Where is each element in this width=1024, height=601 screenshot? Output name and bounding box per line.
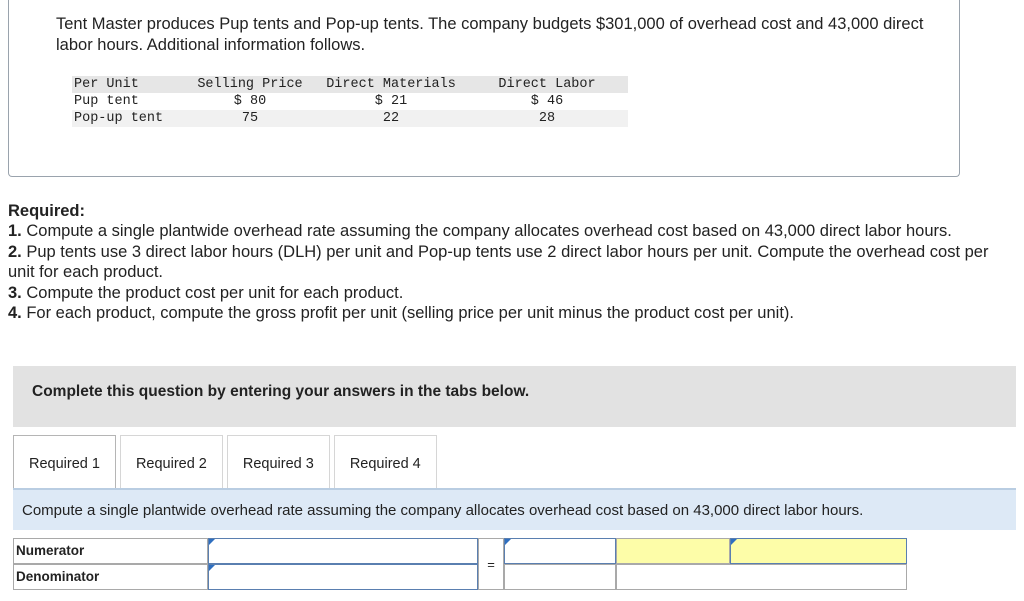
table-row: Pup tent $ 80 $ 21 $ 46 (72, 93, 628, 110)
question-prompt: Compute a single plantwide overhead rate… (13, 488, 1016, 530)
result-blank-cell (616, 564, 907, 590)
tab-required-1[interactable]: Required 1 (13, 435, 116, 489)
required-item-text: Pup tents use 3 direct labor hours (DLH)… (8, 242, 989, 282)
table-cell: 22 (382, 111, 400, 126)
required-item-number: 4. (8, 304, 22, 323)
tab-required-3[interactable]: Required 3 (226, 435, 330, 489)
required-item: 3. Compute the product cost per unit for… (8, 283, 1008, 303)
denominator-label: Denominator (13, 564, 208, 590)
numerator-label: Numerator (13, 538, 208, 564)
required-item-text: Compute the product cost per unit for ea… (21, 283, 404, 302)
required-item-text: For each product, compute the gross prof… (21, 304, 794, 323)
required-section: Required: 1. Compute a single plantwide … (8, 201, 1008, 323)
equals-sign: = (478, 538, 504, 590)
rate-blank-cell (504, 564, 616, 590)
result-input[interactable] (730, 538, 907, 564)
table-header-cell: Direct Labor (498, 77, 596, 92)
table-header-cell: Direct Materials (326, 77, 456, 92)
tab-required-4[interactable]: Required 4 (333, 435, 437, 489)
numerator-input[interactable] (208, 538, 478, 564)
table-cell: $ 46 (530, 94, 564, 109)
rate-input[interactable] (504, 538, 616, 564)
table-header-row: Per Unit Selling Price Direct Materials … (72, 76, 628, 93)
result-label-cell (616, 538, 730, 564)
instructions-bar: Complete this question by entering your … (13, 366, 1016, 427)
required-item-number: 2. (8, 242, 22, 261)
table-cell: Pup tent (74, 94, 139, 109)
required-item-number: 3. (8, 283, 22, 302)
required-item: 4. For each product, compute the gross p… (8, 303, 1008, 323)
table-cell: $ 80 (233, 94, 267, 109)
problem-intro: Tent Master produces Pup tents and Pop-u… (56, 15, 924, 54)
required-item: 1. Compute a single plantwide overhead r… (8, 221, 1008, 241)
table-row: Pop-up tent 75 22 28 (72, 110, 628, 127)
tab-required-2[interactable]: Required 2 (119, 435, 223, 489)
table-cell: $ 21 (374, 94, 408, 109)
product-data-table: Per Unit Selling Price Direct Materials … (72, 76, 628, 127)
required-title: Required: (8, 202, 86, 220)
table-cell: Pop-up tent (74, 111, 164, 126)
required-item-text: Compute a single plantwide overhead rate… (21, 222, 952, 241)
answer-table: Numerator Denominator = (13, 538, 907, 590)
table-header-cell: Per Unit (74, 77, 139, 92)
required-item-number: 1. (8, 222, 22, 241)
table-header-cell: Selling Price (197, 77, 303, 92)
table-cell: 28 (538, 111, 556, 126)
denominator-input[interactable] (208, 564, 478, 590)
answer-tabs: Required 1 Required 2 Required 3 Require… (13, 435, 441, 489)
table-cell: 75 (241, 111, 259, 126)
required-item: 2. Pup tents use 3 direct labor hours (D… (8, 242, 1008, 283)
